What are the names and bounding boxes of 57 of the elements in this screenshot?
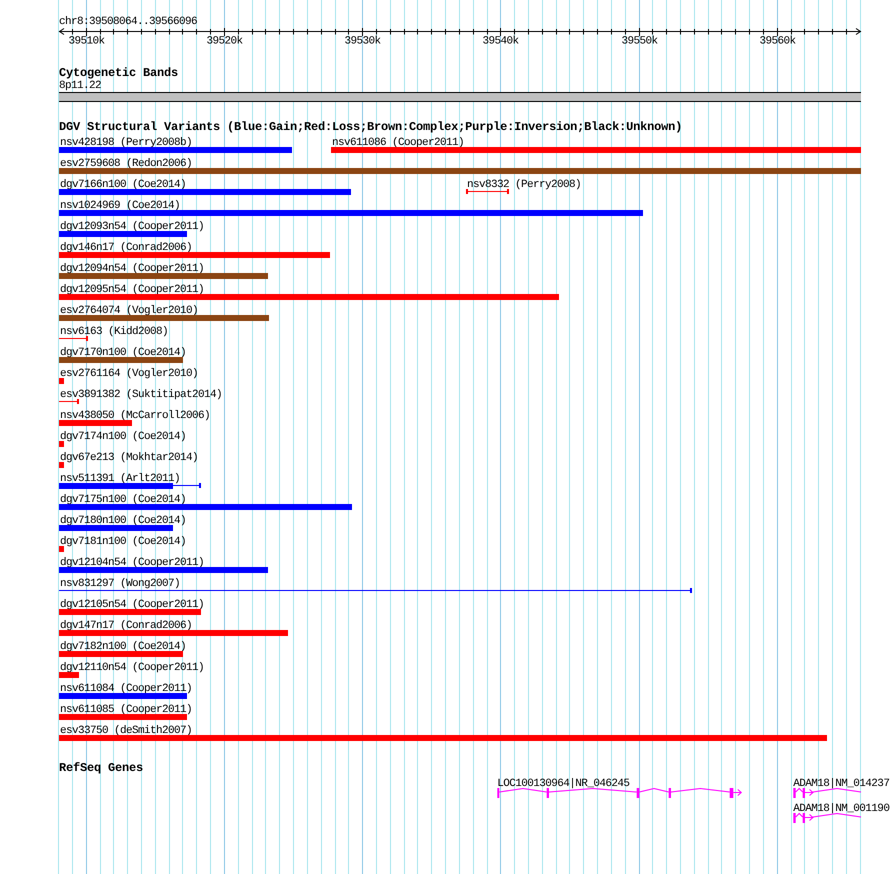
variant-label: nsv1024969 (Coe2014) xyxy=(60,200,180,212)
variant-label: nsv611086 (Cooper2011) xyxy=(332,137,464,149)
variant-label: dgv7180n100 (Coe2014) xyxy=(60,515,186,527)
track-title: RefSeq Genes xyxy=(59,761,144,775)
variant-label: dgv7182n100 (Coe2014) xyxy=(60,641,186,653)
exon-block xyxy=(497,788,500,798)
tick-label: 39510k xyxy=(68,36,104,48)
variant-label: dgv7170n100 (Coe2014) xyxy=(60,347,186,359)
variant-label: dgv67e213 (Mokhtar2014) xyxy=(60,452,198,464)
variant-label: dgv12093n54 (Cooper2011) xyxy=(60,221,204,233)
variant-label: dgv146n17 (Conrad2006) xyxy=(60,242,192,254)
variant-label: nsv831297 (Wong2007) xyxy=(60,578,180,590)
variant-label: nsv611084 (Cooper2011) xyxy=(60,683,192,695)
intron-line xyxy=(795,788,804,792)
exon-block xyxy=(668,788,671,798)
variant-label: dgv12110n54 (Cooper2011) xyxy=(60,662,204,674)
variant-label: nsv511391 (Arlt2011) xyxy=(60,473,180,485)
variant-label: nsv6163 (Kidd2008) xyxy=(60,326,168,338)
variant-label: dgv7166n100 (Coe2014) xyxy=(60,179,186,191)
gene-label: ADAM18|NM_001190 xyxy=(793,803,890,815)
region-label: chr8:39508064..39566096 xyxy=(59,16,198,28)
tick-label: 39540k xyxy=(482,36,518,48)
track-title: Cytogenetic Bands xyxy=(59,66,178,80)
intron-line xyxy=(812,813,862,818)
exon-block xyxy=(636,788,640,798)
track-title: DGV Structural Variants (Blue:Gain;Red:Loss;Brown:Complex;Purple:Inversion;Black:Unknown) xyxy=(59,120,682,134)
exon-block xyxy=(730,788,734,798)
intron-line xyxy=(795,812,804,818)
variant-label: esv3891382 (Suktitipat2014) xyxy=(60,389,222,401)
variant-label: esv2764074 (Vogler2010) xyxy=(60,305,198,317)
gene-label: ADAM18|NM_014237 xyxy=(793,778,890,790)
gene-label: LOC100130964|NR_046245 xyxy=(497,778,630,790)
intron-line xyxy=(812,788,862,792)
tick-label: 39520k xyxy=(206,36,242,48)
variant-label: esv33750 (deSmith2007) xyxy=(60,725,192,737)
variant-label: esv2759608 (Redon2006) xyxy=(60,158,192,170)
tick-label: 39550k xyxy=(622,36,658,48)
variant-label: dgv12105n54 (Cooper2011) xyxy=(60,599,204,611)
variant-label: dgv12094n54 (Cooper2011) xyxy=(60,263,204,275)
variant-label: dgv7174n100 (Coe2014) xyxy=(60,431,186,443)
variant-label: nsv8332 (Perry2008) xyxy=(467,179,582,191)
variant-label: nsv611085 (Cooper2011) xyxy=(60,704,192,716)
band-label: 8p11.22 xyxy=(59,80,102,92)
variant-label: dgv12104n54 (Cooper2011) xyxy=(60,557,204,569)
variant-label: nsv438050 (McCarroll2006) xyxy=(60,410,210,422)
variant-label: dgv7181n100 (Coe2014) xyxy=(60,536,186,548)
tick-label: 39530k xyxy=(344,36,380,48)
variant-label: dgv12095n54 (Cooper2011) xyxy=(60,284,204,296)
exon-block xyxy=(546,788,549,798)
variant-label: nsv428198 (Perry2008b) xyxy=(60,137,192,149)
variant-label: dgv147n17 (Conrad2006) xyxy=(60,620,192,632)
variant-label: esv2761164 (Vogler2010) xyxy=(60,368,198,380)
strand-arrow-icon xyxy=(732,789,742,796)
variant-label: dgv7175n100 (Coe2014) xyxy=(60,494,186,506)
tick-label: 39560k xyxy=(760,36,796,48)
strand-arrow-icon xyxy=(804,814,814,821)
strand-arrow-icon xyxy=(804,789,814,796)
